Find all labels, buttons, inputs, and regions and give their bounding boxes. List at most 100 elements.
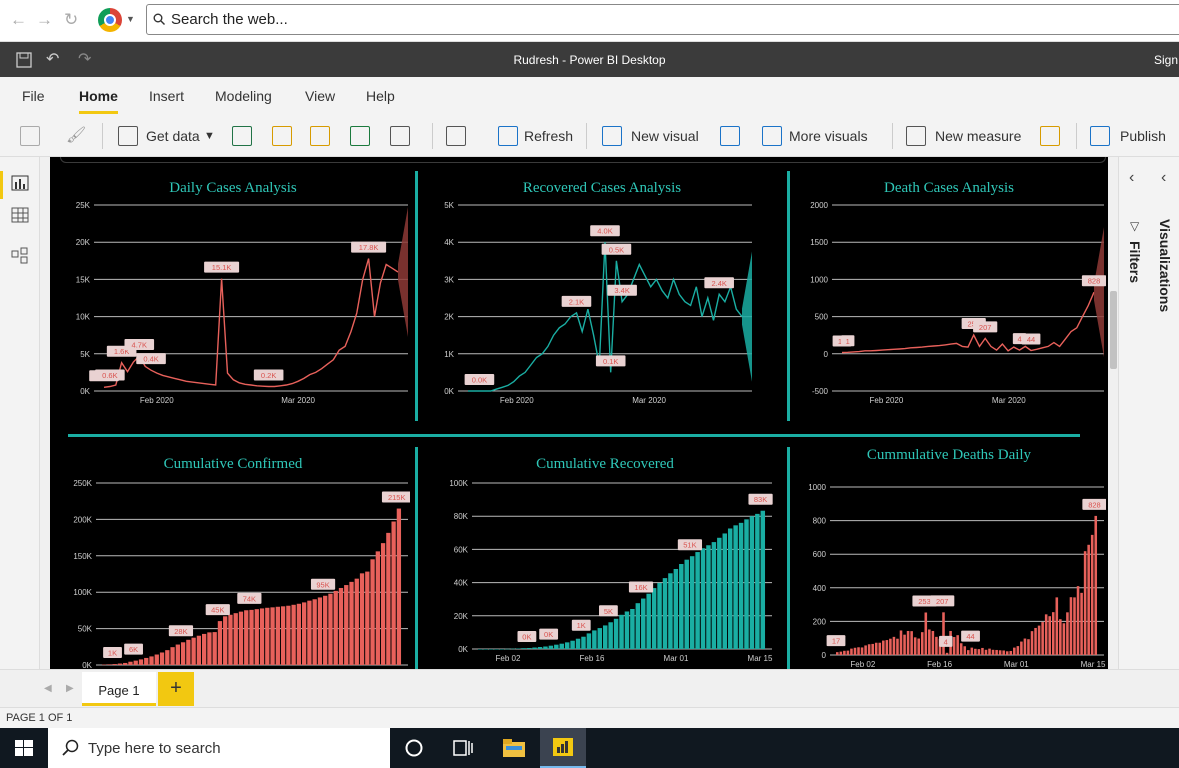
task-view-icon[interactable]	[452, 738, 474, 758]
prev-page-icon[interactable]: ◀	[44, 683, 52, 694]
bar	[186, 639, 191, 665]
back-icon[interactable]: ←	[10, 10, 27, 30]
model-view-icon[interactable]	[11, 247, 29, 265]
chevron-down-icon[interactable]: ▼	[126, 14, 135, 24]
report-view-icon[interactable]	[11, 175, 29, 191]
data-label: 6K	[129, 645, 138, 654]
new-visual-button[interactable]: New visual	[631, 128, 699, 144]
tab-modeling[interactable]: Modeling	[215, 88, 272, 104]
bar	[945, 652, 949, 655]
add-page-button[interactable]: +	[158, 672, 194, 706]
address-input[interactable]: Search the web...	[171, 11, 288, 28]
title-bar: ↶ ↷ Rudresh - Power BI Desktop Sign	[0, 42, 1179, 77]
bar	[1080, 592, 1083, 655]
data-label: 17	[832, 637, 840, 646]
transform-data-icon[interactable]	[446, 126, 466, 146]
taskbar-search[interactable]: Type here to search	[48, 728, 390, 768]
new-visual-icon[interactable]	[602, 126, 622, 146]
canvas-scrollbar[interactable]	[1108, 157, 1118, 669]
bar	[102, 664, 107, 666]
refresh-icon[interactable]	[498, 126, 518, 146]
power-bi-taskbar-button[interactable]	[540, 728, 586, 768]
data-label: 207	[979, 323, 992, 332]
window-title: Rudresh - Power BI Desktop	[513, 53, 666, 67]
bar	[853, 647, 857, 655]
y-tick-label: 2K	[444, 313, 454, 322]
collapse-visualizations-icon[interactable]: ‹	[1161, 169, 1166, 187]
x-tick-label: Mar 01	[664, 654, 689, 663]
forward-icon[interactable]: →	[36, 10, 53, 30]
power-bi-datasets-icon[interactable]	[272, 126, 292, 146]
new-measure-button[interactable]: New measure	[935, 128, 1021, 144]
ribbon-toolbar: 🖌 Get data ▼ Refresh New visual More vis…	[0, 115, 1179, 157]
next-page-icon[interactable]: ▶	[66, 683, 74, 694]
bar	[749, 516, 755, 649]
bar	[107, 664, 112, 665]
y-tick-label: 250K	[73, 479, 92, 488]
bar	[1016, 646, 1020, 655]
bar	[1037, 625, 1041, 655]
death-cases-chart[interactable]: Death Cases Analysis -500 0 500 1000 1500 200…	[792, 171, 1106, 417]
quick-measure-icon[interactable]	[1040, 126, 1060, 146]
bar	[259, 608, 265, 665]
visualizations-pane-label[interactable]: Visualizations	[1157, 219, 1173, 312]
data-label: 4.7K	[132, 341, 147, 350]
more-visuals-button[interactable]: More visuals	[789, 128, 868, 144]
cumulative-deaths-chart[interactable]: Cummulative Deaths Daily 0 200 400 600 800 10…	[792, 443, 1106, 669]
bar	[564, 642, 570, 649]
text-box-icon[interactable]	[720, 126, 740, 146]
bar	[144, 657, 149, 665]
cumulative-confirmed-chart[interactable]: Cumulative Confirmed 0K 50K 100K 150K 200K 25…	[56, 449, 410, 669]
get-data-button[interactable]: Get data	[146, 128, 200, 144]
publish-button[interactable]: Publish	[1120, 128, 1166, 144]
address-bar[interactable]: Search the web...	[146, 4, 1179, 35]
collapse-filters-icon[interactable]: ‹	[1129, 169, 1134, 187]
bar	[1020, 641, 1023, 655]
bar	[223, 616, 228, 665]
bar	[1048, 616, 1051, 655]
format-painter-icon[interactable]: 🖌	[66, 125, 86, 145]
bar	[892, 636, 896, 655]
scrollbar-thumb[interactable]	[1110, 291, 1117, 369]
bar	[843, 650, 846, 655]
daily-cases-chart[interactable]: Daily Cases Analysis 0K 5K 10K 15K 20K 25K Feb…	[56, 171, 410, 417]
tab-insert[interactable]: Insert	[149, 88, 184, 104]
y-tick-label: 20K	[454, 612, 469, 621]
page-tab-1[interactable]: Page 1	[82, 672, 156, 706]
sql-server-icon[interactable]	[310, 126, 330, 146]
recent-sources-icon[interactable]	[390, 126, 410, 146]
bar	[920, 632, 924, 655]
paste-icon[interactable]	[20, 126, 40, 146]
file-explorer-icon[interactable]	[502, 737, 526, 759]
chrome-logo-icon[interactable]	[98, 8, 122, 32]
bar	[839, 651, 843, 655]
sign-in-link[interactable]: Sign	[1154, 53, 1178, 67]
power-bi-icon	[553, 738, 573, 756]
excel-icon[interactable]	[232, 126, 252, 146]
cortana-icon[interactable]	[404, 738, 424, 758]
bar	[123, 662, 128, 665]
taskbar-search-input[interactable]: Type here to search	[88, 740, 221, 757]
tab-view[interactable]: View	[305, 88, 335, 104]
cumulative-recovered-chart[interactable]: Cumulative Recovered 0K 20K 40K 60K 80K 100K F…	[432, 449, 778, 669]
y-tick-label: 20K	[76, 238, 91, 247]
y-tick-label: 5K	[444, 201, 454, 210]
bar	[354, 578, 359, 665]
forecast-band	[1094, 227, 1104, 358]
chevron-down-icon[interactable]: ▼	[204, 130, 215, 142]
tab-help[interactable]: Help	[366, 88, 395, 104]
data-label: 1K	[108, 649, 117, 658]
bar	[1062, 623, 1066, 655]
windows-start-icon[interactable]	[0, 728, 48, 768]
data-view-icon[interactable]	[11, 207, 29, 223]
recovered-cases-chart[interactable]: Recovered Cases Analysis 0K 1K 2K 3K 4K 5K Feb…	[432, 171, 772, 417]
tab-file[interactable]: File	[22, 88, 45, 104]
bar	[1002, 650, 1005, 655]
refresh-button[interactable]: Refresh	[524, 128, 573, 144]
bar	[668, 573, 673, 649]
bar	[1034, 627, 1037, 655]
filters-pane-label[interactable]: Filters	[1127, 241, 1143, 283]
enter-data-icon[interactable]	[350, 126, 370, 146]
reload-icon[interactable]: ↻	[64, 10, 78, 30]
tab-home[interactable]: Home	[79, 88, 118, 114]
